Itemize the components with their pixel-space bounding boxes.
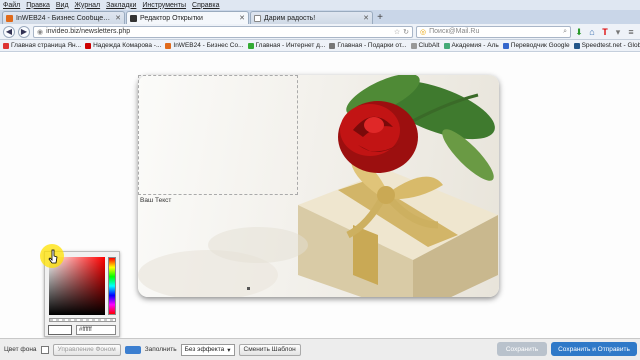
bookmark-item[interactable]: Академия - Аль <box>443 42 499 49</box>
bookmark-item[interactable]: ClubAlt <box>410 42 440 49</box>
menu-item-5[interactable]: Инструменты <box>142 2 186 9</box>
bookmark-label: Академия - Аль <box>451 42 499 49</box>
bookmark-label: Главная страница Ян... <box>11 42 82 49</box>
background-color-label: Цвет фона <box>4 346 37 353</box>
menu-icon[interactable]: ≡ <box>626 27 636 37</box>
tab-favicon-icon <box>6 14 13 22</box>
close-icon[interactable]: ✕ <box>363 14 369 22</box>
menu-item-1[interactable]: Правка <box>26 2 50 9</box>
translate-icon[interactable]: T <box>600 27 610 37</box>
pointer-hand-icon <box>48 249 58 264</box>
search-box[interactable]: ◎ Поиск@Mail.Ru ⌕ <box>416 25 571 38</box>
bookmark-favicon-icon <box>247 42 254 49</box>
bookmark-item[interactable]: Переводчик Google <box>502 42 570 49</box>
address-bar[interactable]: ◉ invideo.biz/newsletters.php ☆ ↻ <box>33 25 413 38</box>
bookmark-star-icon[interactable]: ☆ <box>394 28 400 36</box>
bookmark-item[interactable]: Главная - Интернет д... <box>247 42 326 49</box>
change-template-button[interactable]: Сменить Шаблон <box>238 343 301 356</box>
tab-title: InWEB24 - Бизнес Сообщество <box>16 14 113 22</box>
bookmark-label: Главная - Подарки от... <box>337 42 407 49</box>
tab-inweb24[interactable]: InWEB24 - Бизнес Сообщество ✕ <box>2 11 125 24</box>
card-text-label[interactable]: Ваш Текст <box>140 197 171 204</box>
bookmark-label: Speedtest.net - Globa <box>581 42 640 49</box>
save-and-send-button[interactable]: Сохранить и Отправить <box>551 342 637 356</box>
search-engine-icon[interactable]: ◎ <box>420 28 426 36</box>
bookmark-item[interactable]: Главная - Подарки от... <box>329 42 407 49</box>
tab-title: Дарим радость! <box>264 14 316 22</box>
bookmark-favicon-icon <box>573 42 580 49</box>
bookmark-label: Надежда Комарова -... <box>93 42 162 49</box>
background-color-swatch[interactable] <box>40 345 49 354</box>
download-icon[interactable]: ⬇ <box>574 27 584 37</box>
tab-darim-radost[interactable]: Дарим радость! ✕ <box>250 11 373 24</box>
selected-color-swatch <box>48 325 72 335</box>
menu-item-2[interactable]: Вид <box>56 2 69 9</box>
save-button[interactable]: Сохранить <box>497 342 547 356</box>
tab-favicon-icon <box>130 14 137 22</box>
bookmark-item[interactable]: InWEB24 - Бизнес Со... <box>165 42 244 49</box>
bookmark-label: InWEB24 - Бизнес Со... <box>173 42 244 49</box>
menu-item-3[interactable]: Журнал <box>75 2 101 9</box>
cursor-highlight <box>40 244 64 268</box>
bookmark-label: Переводчик Google <box>510 42 570 49</box>
fill-toggle[interactable] <box>124 345 141 354</box>
search-icon[interactable]: ⌕ <box>563 28 567 36</box>
text-box-frame[interactable] <box>138 75 298 195</box>
text-cursor <box>247 287 250 290</box>
back-button[interactable]: ◀ <box>3 25 15 38</box>
bookmark-item[interactable]: Speedtest.net - Globa <box>573 42 640 49</box>
bookmark-item[interactable]: Главная страница Ян... <box>3 42 81 49</box>
search-placeholder: Поиск@Mail.Ru <box>429 28 480 35</box>
bookmark-label: ClubAlt <box>418 42 440 49</box>
bookmark-favicon-icon <box>443 42 450 49</box>
reload-icon[interactable]: ↻ <box>403 28 409 36</box>
bookmark-favicon-icon <box>3 42 9 49</box>
home-icon[interactable]: ⌂ <box>587 27 597 37</box>
close-icon[interactable]: ✕ <box>115 14 121 22</box>
effect-select[interactable]: Без эффекта ▾ <box>180 343 235 356</box>
effect-select-value: Без эффекта <box>184 346 225 353</box>
address-text: invideo.biz/newsletters.php <box>46 28 131 35</box>
menu-item-4[interactable]: Закладки <box>106 2 136 9</box>
bookmark-favicon-icon <box>410 42 417 49</box>
hue-slider[interactable] <box>108 257 116 315</box>
bookmarks-bar: Главная страница Ян... Надежда Комарова -… <box>0 40 640 52</box>
tab-card-editor[interactable]: Редактор Открытки ✕ <box>126 11 249 24</box>
background-manage-button[interactable]: Управление Фоном <box>52 343 121 356</box>
alpha-slider[interactable] <box>49 318 116 322</box>
tab-title: Редактор Открытки <box>140 14 203 22</box>
menu-item-0[interactable]: Файл <box>3 2 20 9</box>
new-tab-button[interactable]: + <box>374 12 386 24</box>
bookmark-favicon-icon <box>502 42 509 49</box>
globe-icon: ◉ <box>37 28 44 36</box>
menu-item-6[interactable]: Справка <box>192 2 219 9</box>
hex-color-input[interactable]: #ffffff <box>76 325 116 335</box>
close-icon[interactable]: ✕ <box>239 14 245 22</box>
menu-bar: Файл Правка Вид Журнал Закладки Инструменты Сп… <box>0 0 640 10</box>
bookmark-favicon-icon <box>165 42 172 49</box>
chevron-down-icon: ▾ <box>227 346 231 354</box>
bookmark-favicon-icon <box>85 42 92 49</box>
tab-favicon-icon <box>254 14 261 22</box>
bookmark-label: Главная - Интернет д... <box>255 42 326 49</box>
extension-icon[interactable]: ▾ <box>613 27 623 37</box>
navigation-bar: ◀ ▶ ◉ invideo.biz/newsletters.php ☆ ↻ ◎ … <box>0 24 640 40</box>
bookmark-item[interactable]: Надежда Комарова -... <box>85 42 161 49</box>
bookmark-favicon-icon <box>329 42 336 49</box>
card-editor-canvas: Ваш Текст #ffffff <box>0 53 640 338</box>
tab-strip: InWEB24 - Бизнес Сообщество ✕ Редактор О… <box>0 10 640 24</box>
forward-button[interactable]: ▶ <box>18 25 30 38</box>
fill-label: Заполнить <box>144 346 177 353</box>
